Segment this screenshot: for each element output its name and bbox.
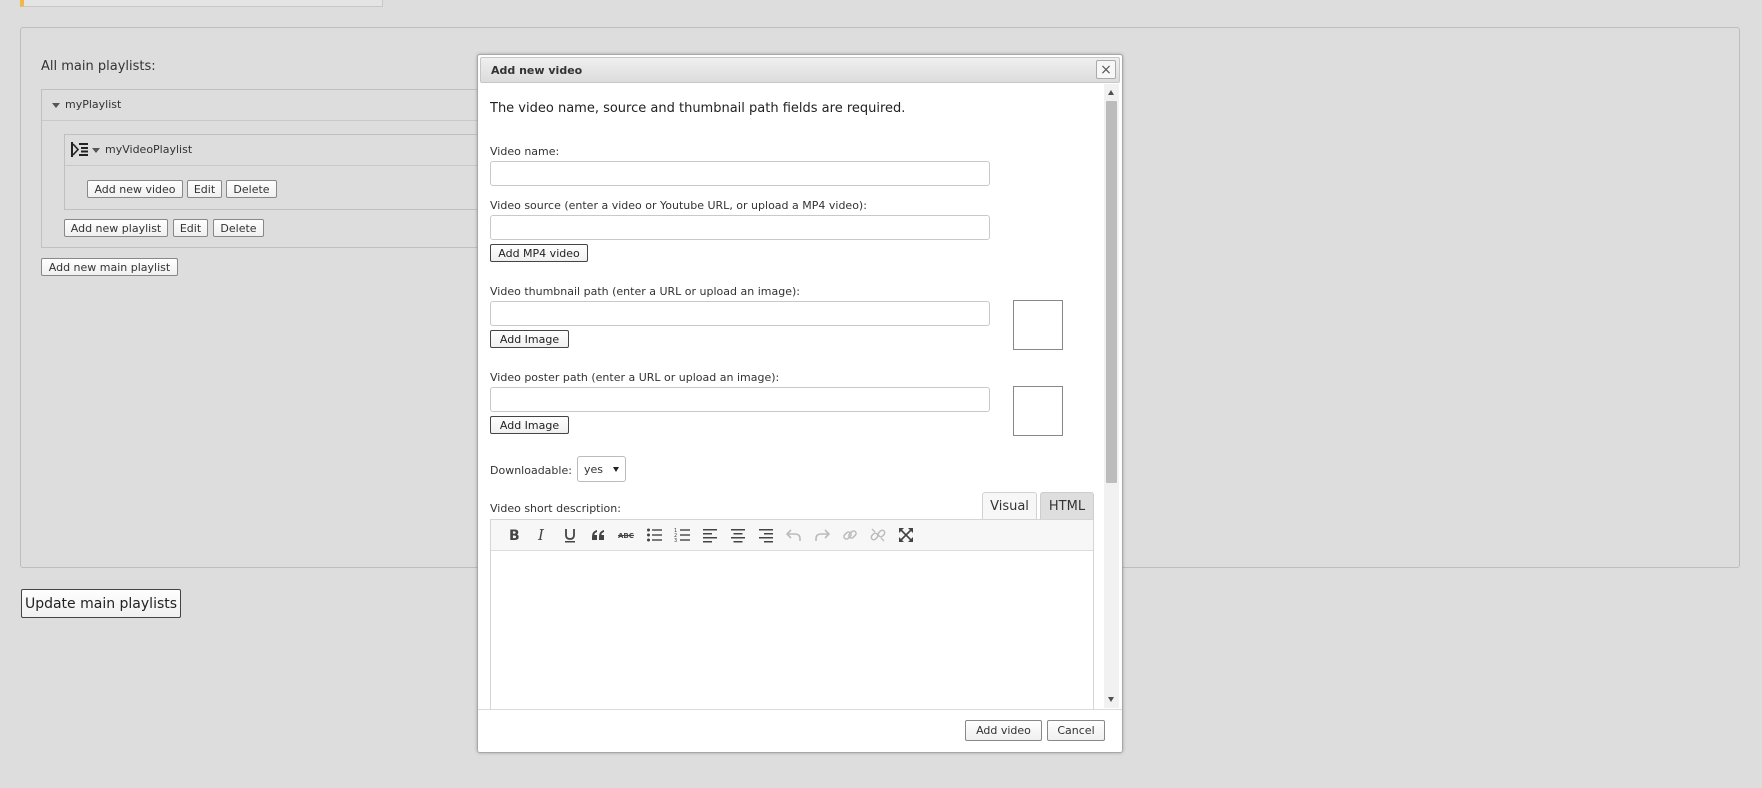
add-new-video-dialog: Add new video × The video name, source a… [477,54,1123,753]
blockquote-icon[interactable] [585,521,611,549]
add-poster-image-button[interactable]: Add Image [490,416,569,434]
dialog-footer: Add video Cancel [478,709,1122,752]
main-playlist-header[interactable]: myPlaylist [42,90,541,121]
add-thumbnail-image-button[interactable]: Add Image [490,330,569,348]
video-playlist-box: myVideoPlaylist [64,134,544,210]
video-source-label: Video source (enter a video or Youtube U… [490,199,867,212]
downloadable-label: Downloadable: [490,464,572,477]
undo-icon[interactable] [781,521,807,549]
delete-video-playlist-button[interactable]: Delete [226,180,277,198]
video-poster-label: Video poster path (enter a URL or upload… [490,371,780,384]
numbered-list-icon[interactable]: 123 [669,521,695,549]
downloadable-selected-value: yes [584,463,604,476]
add-new-playlist-button[interactable]: Add new playlist [64,219,168,237]
video-source-input[interactable] [490,215,990,240]
video-playlist-header[interactable]: myVideoPlaylist [65,135,544,166]
dialog-content: The video name, source and thumbnail pat… [478,84,1122,709]
video-playlist-name: myVideoPlaylist [105,143,193,156]
add-mp4-video-button[interactable]: Add MP4 video [490,244,588,262]
tab-html[interactable]: HTML [1040,492,1094,519]
video-thumbnail-label: Video thumbnail path (enter a URL or upl… [490,285,800,298]
tab-visual-label: Visual [990,498,1029,514]
update-main-playlists-button[interactable]: Update main playlists [21,589,181,618]
align-center-icon[interactable] [725,521,751,549]
all-main-playlists-label: All main playlists: [41,59,156,74]
bold-icon[interactable]: B [501,521,527,549]
fullscreen-icon[interactable] [893,521,919,549]
strikethrough-icon[interactable]: ABC [613,521,639,549]
svg-text:B: B [509,528,520,543]
scroll-down-arrow-icon[interactable] [1108,697,1114,702]
redo-icon[interactable] [809,521,835,549]
chevron-down-icon [92,148,100,153]
video-thumbnail-input[interactable] [490,301,990,326]
tab-html-label: HTML [1048,498,1086,514]
video-name-input[interactable] [490,161,990,186]
chevron-down-icon [613,467,619,472]
add-new-main-playlist-button[interactable]: Add new main playlist [41,258,178,276]
video-poster-input[interactable] [490,387,990,412]
underline-icon[interactable] [557,521,583,549]
required-note: The video name, source and thumbnail pat… [490,101,906,116]
short-description-label: Video short description: [490,502,621,515]
cancel-button[interactable]: Cancel [1047,720,1105,741]
italic-icon[interactable]: I [529,521,555,549]
editor-content-area[interactable] [491,551,1093,709]
downloadable-select[interactable]: yes [577,456,626,482]
tab-visual[interactable]: Visual [982,492,1037,519]
edit-playlist-button[interactable]: Edit [173,219,208,237]
dialog-title: Add new video [491,64,583,77]
edit-video-playlist-button[interactable]: Edit [187,180,222,198]
drag-handle-icon[interactable] [71,142,88,157]
bullet-list-icon[interactable] [641,521,667,549]
link-icon[interactable] [837,521,863,549]
top-notice-fragment [20,0,383,7]
add-video-button[interactable]: Add video [965,720,1042,741]
editor-toolbar: B I ABC [491,520,1093,551]
add-new-video-button[interactable]: Add new video [87,180,183,198]
close-icon[interactable]: × [1096,60,1116,79]
align-left-icon[interactable] [697,521,723,549]
scrollbar-thumb[interactable] [1106,101,1117,483]
dialog-titlebar[interactable]: Add new video × [480,57,1120,83]
scroll-up-arrow-icon[interactable] [1108,90,1114,95]
dialog-scrollbar[interactable] [1104,84,1119,708]
unlink-icon[interactable] [865,521,891,549]
main-playlist-name: myPlaylist [65,98,122,111]
align-right-icon[interactable] [753,521,779,549]
editor-frame: B I ABC [490,519,1094,709]
poster-preview [1013,386,1063,436]
svg-text:I: I [537,527,545,543]
chevron-down-icon [52,103,60,108]
svg-text:3: 3 [674,538,677,543]
delete-playlist-button[interactable]: Delete [213,219,264,237]
video-name-label: Video name: [490,145,560,158]
thumbnail-preview [1013,300,1063,350]
